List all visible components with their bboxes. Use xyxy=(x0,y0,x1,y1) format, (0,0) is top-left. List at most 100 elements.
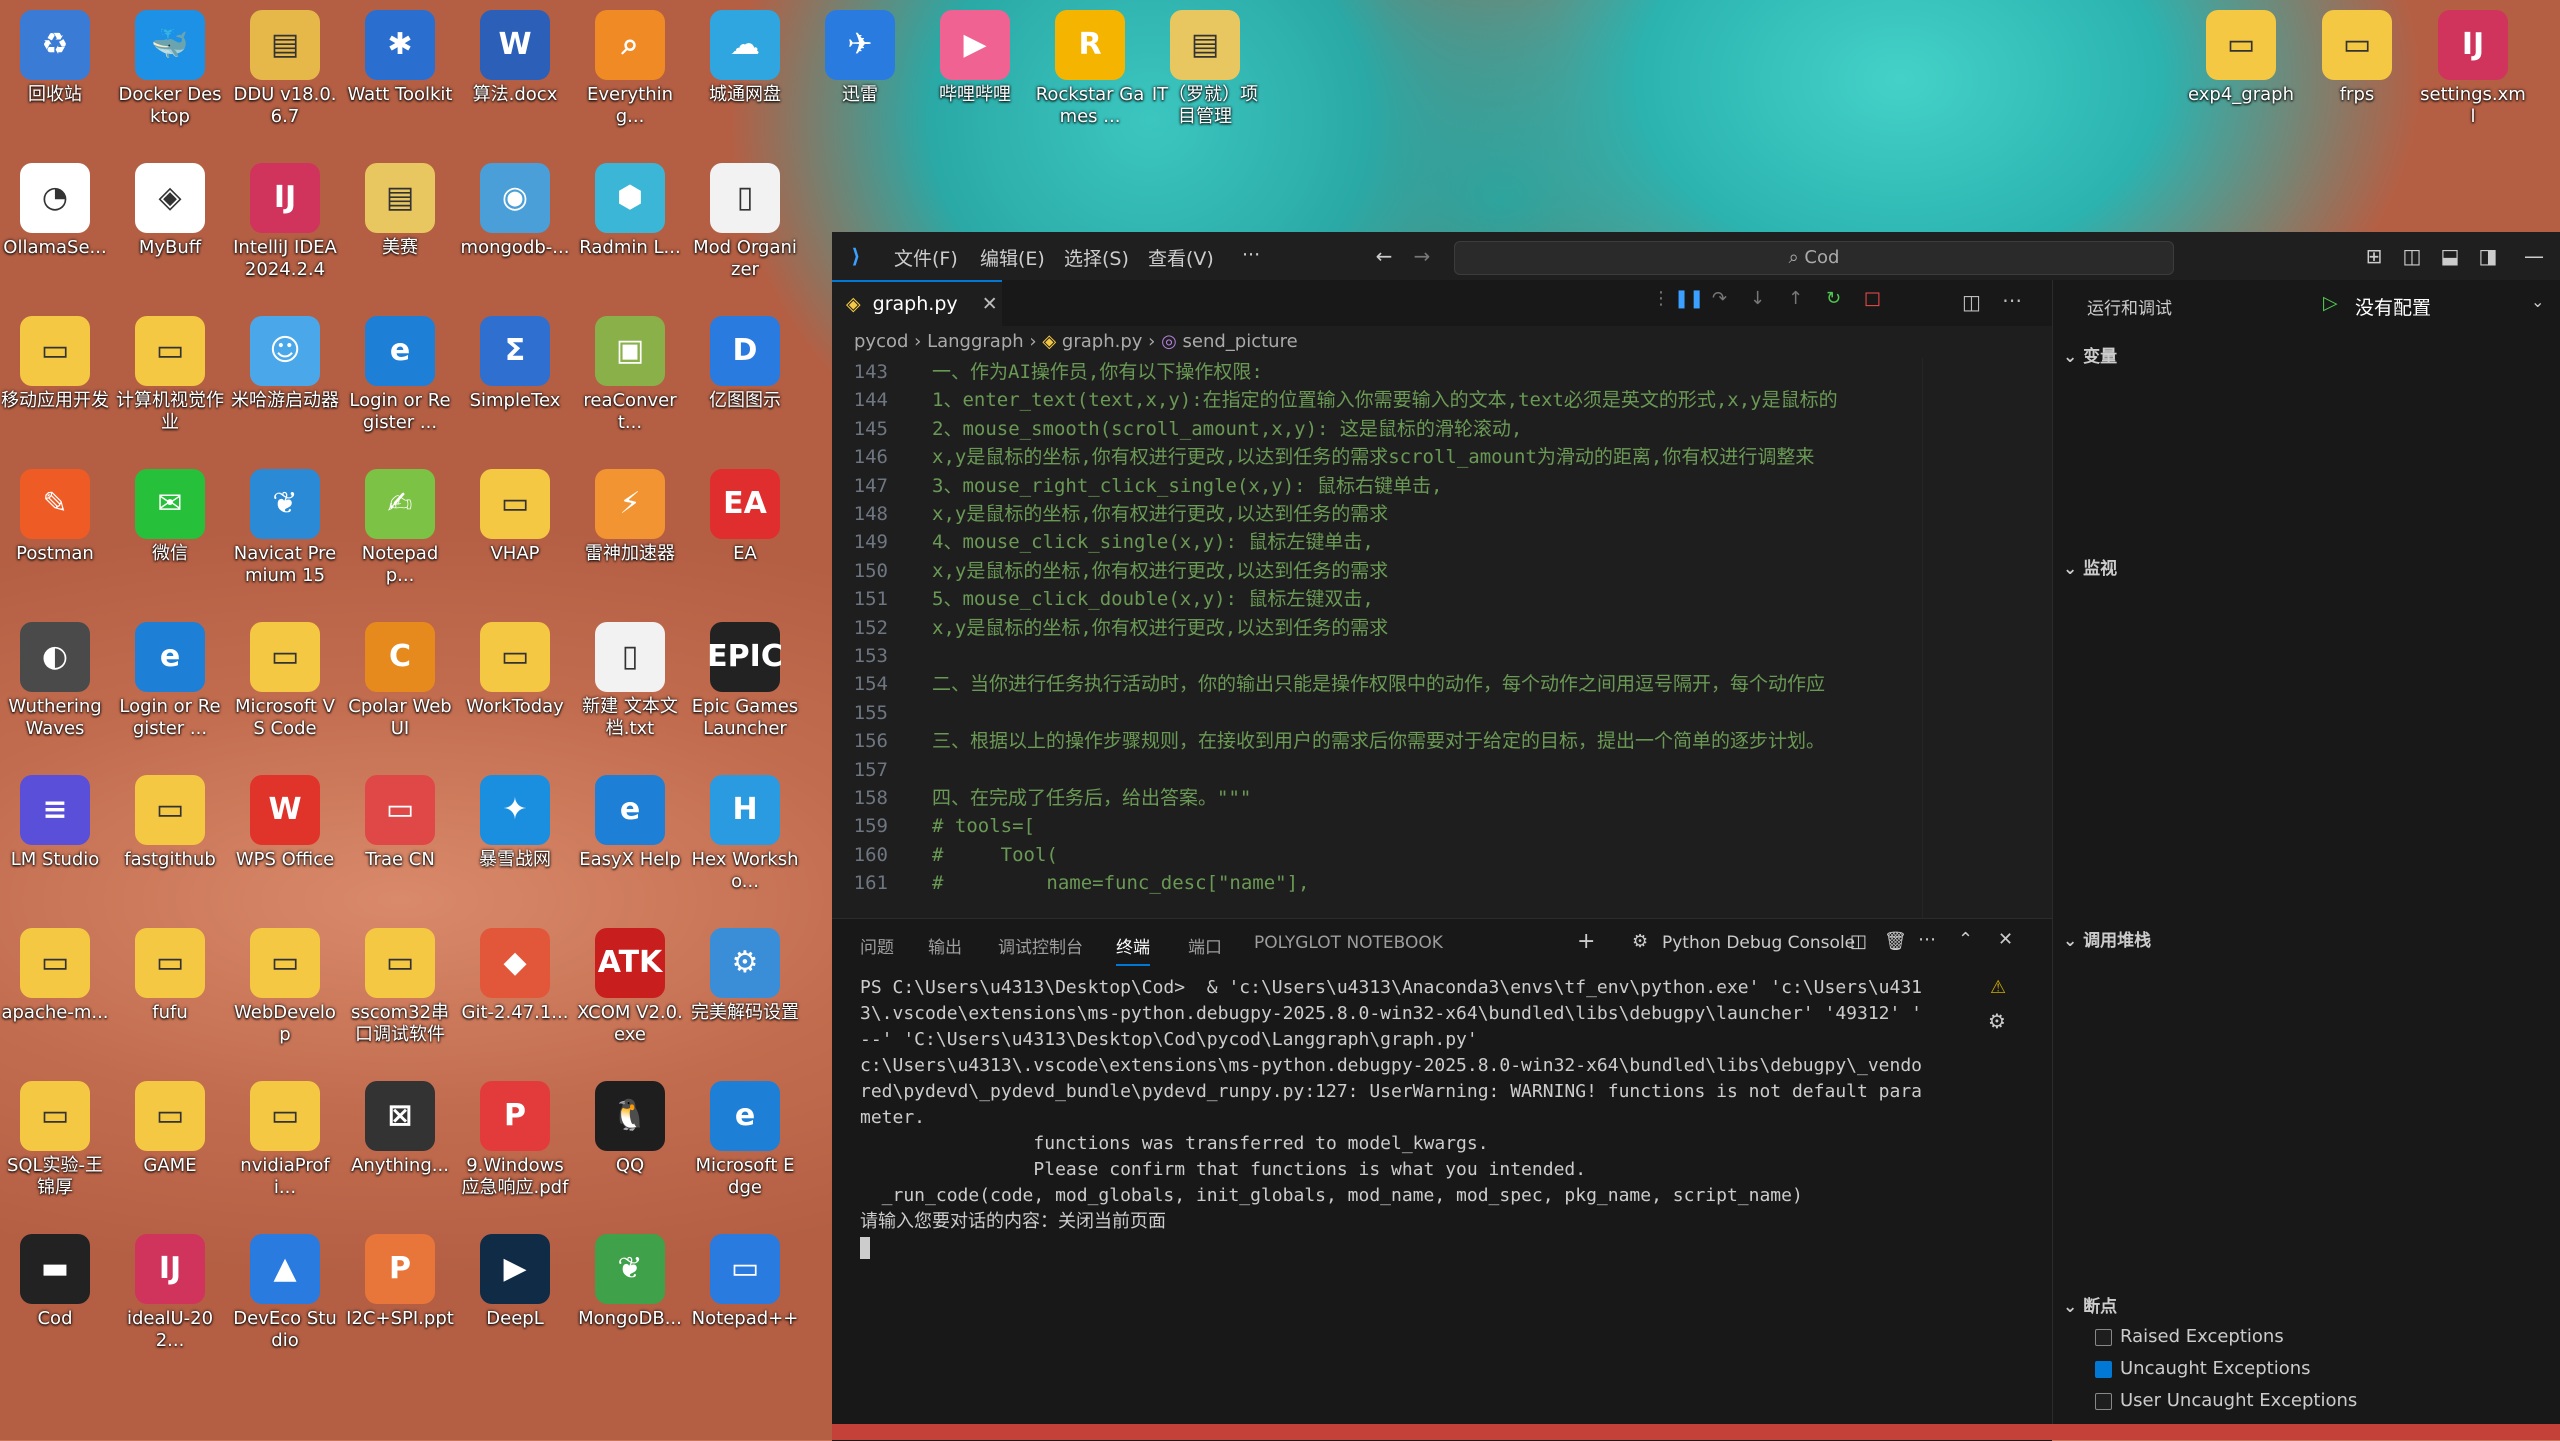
desktop-icon[interactable]: W 算法.docx xyxy=(460,6,570,156)
forward-arrow-icon[interactable]: → xyxy=(1410,244,1434,268)
checkbox[interactable] xyxy=(2095,1392,2112,1410)
panel-tab-problems[interactable]: 问题 xyxy=(860,933,894,958)
desktop-icon[interactable]: ▭ exp4_graph xyxy=(2186,6,2296,156)
desktop-icon[interactable]: ▶ DeepL xyxy=(460,1230,570,1380)
split-editor-icon[interactable]: ◫ xyxy=(1962,290,1981,314)
desktop-icon[interactable]: ▲ DevEco Studio xyxy=(230,1230,340,1380)
menu-selection[interactable]: 选择(S) xyxy=(1064,244,1129,271)
desktop-icon[interactable]: ◆ Git-2.47.1... xyxy=(460,924,570,1074)
desktop-icon[interactable]: ◉ mongodb-... xyxy=(460,159,570,309)
desktop-icon[interactable]: ✱ Watt Toolkit xyxy=(345,6,455,156)
desktop-icon[interactable]: ⊠ Anything... xyxy=(345,1077,455,1227)
desktop-icon[interactable]: R Rockstar Games ... xyxy=(1035,6,1145,156)
new-terminal-icon[interactable]: + xyxy=(1577,929,1595,954)
desktop-icon[interactable]: ☺ 米哈游启动器 xyxy=(230,312,340,462)
checkbox-checked[interactable] xyxy=(2095,1360,2112,1378)
terminal-output[interactable]: PS C:\Users\u4313\Desktop\Cod> & 'c:\Use… xyxy=(860,975,1990,1259)
menu-file[interactable]: 文件(F) xyxy=(894,244,958,271)
desktop-icon[interactable]: ▤ IT（罗就）项目管理 xyxy=(1150,6,1260,156)
play-icon[interactable]: ▷ xyxy=(2323,292,2338,314)
toggle-sidebar-icon[interactable]: ◫ xyxy=(2400,244,2424,268)
restart-icon[interactable]: ↻ xyxy=(1826,288,1841,309)
desktop-icon[interactable]: ▭ SQL实验-王锦厚 xyxy=(0,1077,110,1227)
step-into-icon[interactable]: ↓ xyxy=(1750,288,1765,309)
breadcrumb-item[interactable]: pycod xyxy=(854,331,908,352)
minimap[interactable] xyxy=(1922,358,2033,918)
debug-config-select[interactable]: 没有配置 xyxy=(2355,293,2431,320)
stop-icon[interactable]: □ xyxy=(1864,288,1881,309)
desktop-icon[interactable]: W WPS Office xyxy=(230,771,340,921)
breadcrumb-item[interactable]: graph.py xyxy=(1062,331,1143,352)
desktop-icon[interactable]: ✍ Notepad p... xyxy=(345,465,455,615)
more-actions-icon[interactable]: ⋯ xyxy=(2002,288,2022,312)
breakpoint-user-uncaught-exceptions[interactable]: User Uncaught Exceptions xyxy=(2095,1390,2357,1411)
desktop-icon[interactable]: ▭ frps xyxy=(2302,6,2412,156)
desktop-icon[interactable]: EPIC Epic Games Launcher xyxy=(690,618,800,768)
desktop-icon[interactable]: ▭ sscom32串口调试软件 xyxy=(345,924,455,1074)
panel-tab-polyglot[interactable]: POLYGLOT NOTEBOOK xyxy=(1254,933,1443,953)
desktop-icon[interactable]: ☁ 城通网盘 xyxy=(690,6,800,156)
desktop-icon[interactable]: ♻ 回收站 xyxy=(0,6,110,156)
breadcrumb-item[interactable]: Langgraph xyxy=(927,331,1024,352)
breakpoint-raised-exceptions[interactable]: Raised Exceptions xyxy=(2095,1326,2284,1347)
desktop-icon[interactable]: ⚙ 完美解码设置 xyxy=(690,924,800,1074)
desktop-icon[interactable]: ▭ Trae CN xyxy=(345,771,455,921)
desktop-icon[interactable]: e Microsoft Edge xyxy=(690,1077,800,1227)
back-arrow-icon[interactable]: ← xyxy=(1372,244,1396,268)
more-actions-icon[interactable]: ⋯ xyxy=(1918,929,1936,950)
desktop-icon[interactable]: ▭ WorkToday xyxy=(460,618,570,768)
desktop-icon[interactable]: ⬢ Radmin L... xyxy=(575,159,685,309)
close-panel-icon[interactable]: ✕ xyxy=(1998,929,2013,950)
desktop-icon[interactable]: ▭ fastgithub xyxy=(115,771,225,921)
close-icon[interactable]: ✕ xyxy=(982,293,998,315)
maximize-panel-icon[interactable]: ⌃ xyxy=(1958,929,1973,950)
desktop-icon[interactable]: ▯ Mod Organizer xyxy=(690,159,800,309)
desktop-icon[interactable]: P 9.Windows应急响应.pdf xyxy=(460,1077,570,1227)
section-breakpoints[interactable]: ⌄ 断点 xyxy=(2063,1292,2117,1317)
desktop-icon[interactable]: e EasyX Help xyxy=(575,771,685,921)
section-variables[interactable]: ⌄ 变量 xyxy=(2063,342,2117,367)
section-callstack[interactable]: ⌄ 调用堆栈 xyxy=(2063,926,2151,951)
desktop-icon[interactable]: ATK XCOM V2.0.exe xyxy=(575,924,685,1074)
drag-handle-icon[interactable]: ⋮ xyxy=(1652,288,1670,309)
toggle-secondary-sidebar-icon[interactable]: ◨ xyxy=(2476,244,2500,268)
desktop-icon[interactable]: IJ IntelliJ IDEA 2024.2.4 xyxy=(230,159,340,309)
desktop-icon[interactable]: 🐳 Docker Desktop xyxy=(115,6,225,156)
desktop-icon[interactable]: ◔ OllamaSe... xyxy=(0,159,110,309)
customize-layout-icon[interactable]: ⊞ xyxy=(2362,244,2386,268)
desktop-icon[interactable]: ≡ LM Studio xyxy=(0,771,110,921)
split-terminal-icon[interactable]: ◫ xyxy=(1850,931,1867,952)
breakpoint-uncaught-exceptions[interactable]: Uncaught Exceptions xyxy=(2095,1358,2311,1379)
command-center-search[interactable]: ⌕ Cod xyxy=(1454,241,2174,275)
desktop-icon[interactable]: ▭ VHAP xyxy=(460,465,570,615)
desktop-icon[interactable]: ▭ Microsoft VS Code xyxy=(230,618,340,768)
toggle-panel-icon[interactable]: ⬓ xyxy=(2438,244,2462,268)
step-out-icon[interactable]: ↑ xyxy=(1788,288,1803,309)
desktop-icon[interactable]: e Login or Register ... xyxy=(115,618,225,768)
code-editor[interactable]: 143 一、作为AI操作员,你有以下操作权限: 144 1、enter_text(te… xyxy=(832,358,2052,918)
menu-view[interactable]: 查看(V) xyxy=(1148,244,1214,271)
desktop-icon[interactable]: ▯ 新建 文本文档.txt xyxy=(575,618,685,768)
checkbox[interactable] xyxy=(2095,1328,2112,1346)
desktop-icon[interactable]: EA EA xyxy=(690,465,800,615)
step-over-icon[interactable]: ↷ xyxy=(1712,288,1727,309)
desktop-icon[interactable]: C Cpolar Web UI xyxy=(345,618,455,768)
desktop-icon[interactable]: ⌕ Everything... xyxy=(575,6,685,156)
desktop-icon[interactable]: ▬ Cod xyxy=(0,1230,110,1380)
desktop-icon[interactable]: ✈ 迅雷 xyxy=(805,6,915,156)
minimize-icon[interactable]: — xyxy=(2522,244,2546,268)
desktop-icon[interactable]: D 亿图图示 xyxy=(690,312,800,462)
trash-icon[interactable]: 🗑 xyxy=(1884,931,1907,952)
desktop-icon[interactable]: ▶ 哔哩哔哩 xyxy=(920,6,1030,156)
terminal-name[interactable]: Python Debug Console xyxy=(1662,933,1855,953)
desktop-icon[interactable]: ❦ MongoDB... xyxy=(575,1230,685,1380)
desktop-icon[interactable]: 🐧 QQ xyxy=(575,1077,685,1227)
desktop-icon[interactable]: IJ settings.xml xyxy=(2418,6,2528,156)
desktop-icon[interactable]: ✦ 暴雪战网 xyxy=(460,771,570,921)
desktop-icon[interactable]: H Hex Worksho... xyxy=(690,771,800,921)
desktop-icon[interactable]: ✉ 微信 xyxy=(115,465,225,615)
desktop-icon[interactable]: ▭ GAME xyxy=(115,1077,225,1227)
desktop-icon[interactable]: ▭ nvidiaProfi... xyxy=(230,1077,340,1227)
desktop-icon[interactable]: Σ SimpleTex xyxy=(460,312,570,462)
chevron-down-icon[interactable]: ⌄ xyxy=(2531,292,2544,311)
